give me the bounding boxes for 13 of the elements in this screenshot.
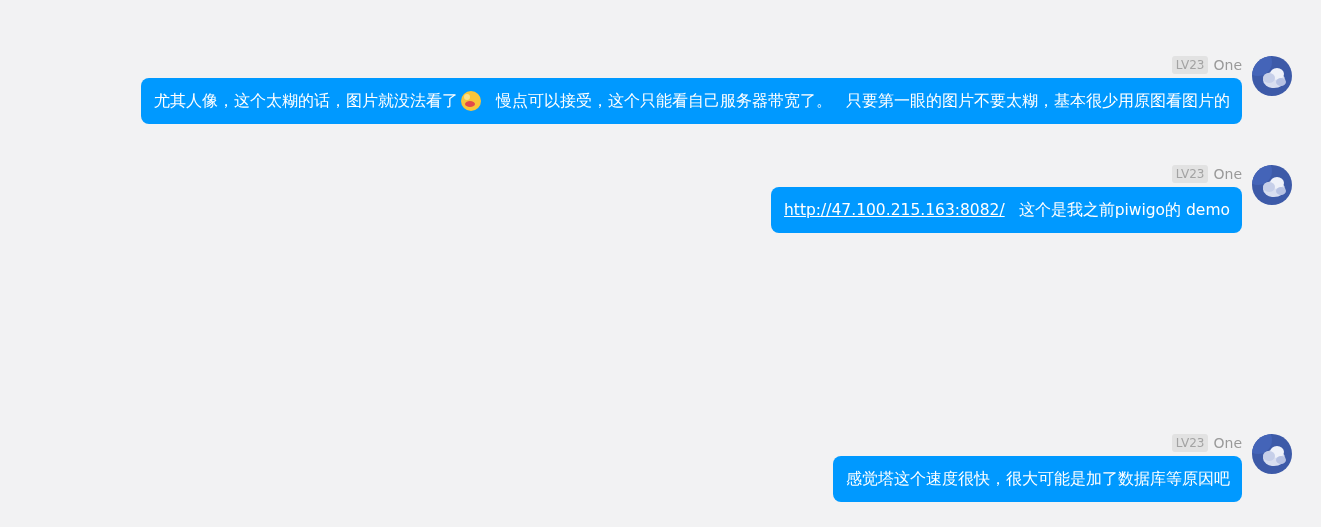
- message-text: 感觉塔这个速度很快，很大可能是加了数据库等原因吧: [846, 469, 1230, 490]
- message-link[interactable]: http://47.100.215.163:8082/: [784, 199, 1005, 221]
- level-badge: LV23: [1171, 434, 1209, 452]
- sender-name: One: [1213, 165, 1242, 183]
- level-badge: LV23: [1171, 165, 1209, 183]
- level-badge: LV23: [1171, 56, 1209, 74]
- sender-name: One: [1213, 56, 1242, 74]
- sender-name: One: [1213, 434, 1242, 452]
- message-text: 只要第一眼的图片不要太糊，基本很少用原图看图片的: [846, 91, 1230, 112]
- emoji-icon: [460, 90, 482, 112]
- message-text: 尤其人像，这个太糊的话，图片就没法看了: [154, 91, 458, 112]
- message-text: 慢点可以接受，这个只能看自己服务器带宽了。: [496, 91, 832, 112]
- message-text: 这个是我之前piwigo的 demo: [1018, 200, 1230, 221]
